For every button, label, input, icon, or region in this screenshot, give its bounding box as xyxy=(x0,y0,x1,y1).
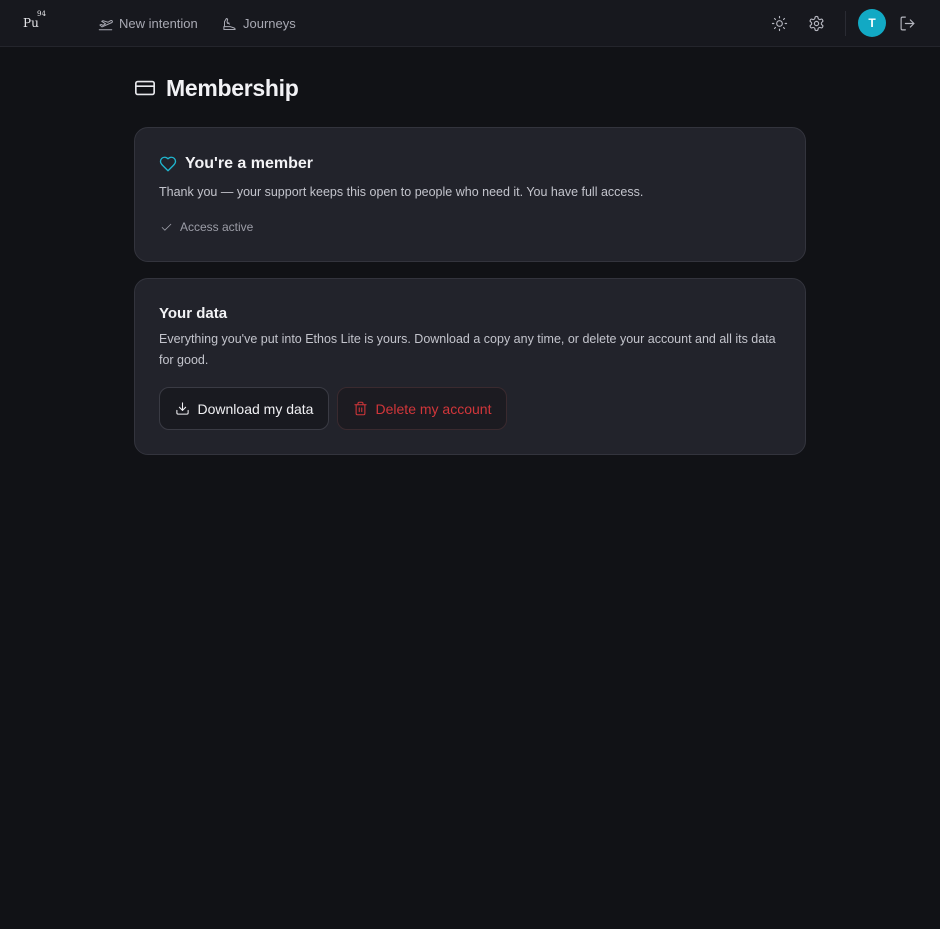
page-title: Membership xyxy=(166,74,299,101)
logo-symbol: Pu xyxy=(23,16,39,30)
download-icon xyxy=(175,402,189,415)
nav-new-intention[interactable]: New intention xyxy=(98,14,198,32)
trash-icon xyxy=(353,401,367,416)
footprints-icon xyxy=(223,17,236,30)
delete-account-button[interactable]: Delete my account xyxy=(337,387,507,430)
nav-journeys[interactable]: Journeys xyxy=(222,14,296,32)
gear-icon xyxy=(809,15,823,31)
membership-card-title: You're a member xyxy=(185,155,313,172)
user-avatar[interactable]: T xyxy=(858,9,886,37)
membership-status-card: You're a member Thank you — your support… xyxy=(134,127,806,262)
delete-account-label: Delete my account xyxy=(375,400,492,417)
membership-card-text: Thank you — your support keeps this open… xyxy=(159,185,644,199)
app-logo[interactable]: Pu 94 xyxy=(23,10,53,34)
top-navigation-bar: Pu 94 New intention Journeys T xyxy=(0,0,940,47)
theme-toggle-button[interactable] xyxy=(768,12,790,34)
data-card-title: Your data xyxy=(159,305,228,322)
heart-icon xyxy=(159,156,177,172)
nav-journeys-label: Journeys xyxy=(243,15,296,31)
your-data-card: Your data Everything you've put into Eth… xyxy=(134,278,806,455)
download-data-button[interactable]: Download my data xyxy=(159,387,329,430)
access-status-label: Access active xyxy=(180,220,254,234)
header-divider xyxy=(845,11,846,36)
membership-card-heading: You're a member xyxy=(159,155,313,173)
logout-button[interactable] xyxy=(896,12,918,34)
credit-card-icon xyxy=(135,80,155,96)
page-header: Membership xyxy=(134,74,299,102)
settings-button[interactable] xyxy=(805,12,827,34)
access-status: Access active xyxy=(160,220,253,234)
logo-number: 94 xyxy=(37,10,46,18)
plane-takeoff-icon xyxy=(98,19,113,30)
sun-icon xyxy=(771,15,787,31)
check-icon xyxy=(161,223,172,231)
download-data-label: Download my data xyxy=(197,400,314,417)
logout-icon xyxy=(900,16,914,30)
data-card-text: Everything you've put into Ethos Lite is… xyxy=(159,332,776,367)
nav-new-intention-label: New intention xyxy=(119,15,198,31)
